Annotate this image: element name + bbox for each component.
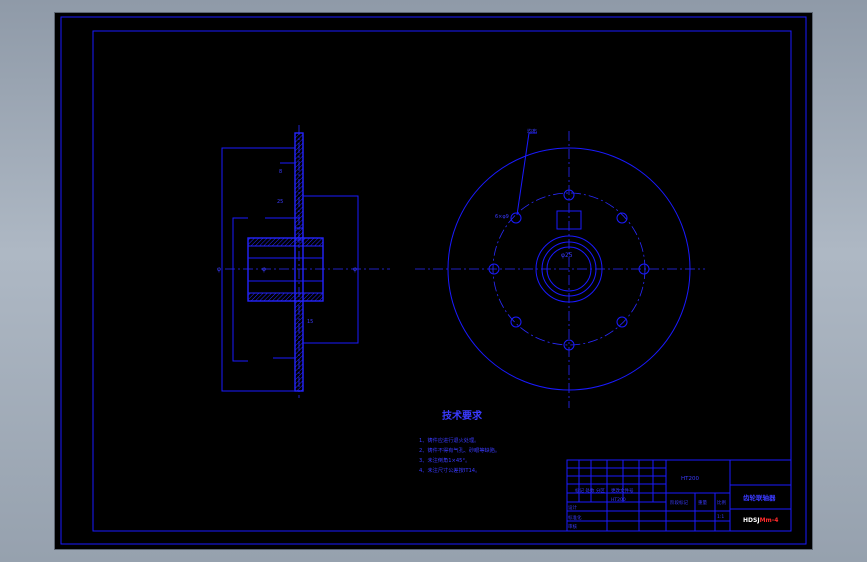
- tb-checker: 审核: [568, 523, 577, 530]
- tb-scale-label: 阶段标记: [670, 499, 688, 506]
- pitch-label: 6×φ9: [495, 214, 509, 220]
- tb-drawing-no-white: HDSJ: [743, 517, 760, 524]
- leader-label: 均布: [527, 128, 537, 135]
- technical-requirements: 技术要求 1、铸件应进行退火处理。 2、铸件不得有气孔、砂眼等缺陷。 3、未注倒…: [419, 409, 500, 474]
- tb-sheet: 1:1: [717, 514, 724, 520]
- side-mark-lower: 15: [307, 319, 313, 325]
- side-mark-upper-b: 25: [277, 199, 283, 205]
- tb-weight: 重量: [698, 499, 707, 506]
- hub-hatch-top: [247, 237, 324, 247]
- tech-req-item-3: 3、未注倒角1×45°。: [419, 456, 470, 464]
- keyway-label: φ25: [561, 252, 573, 259]
- side-mark-upper-a: 8: [279, 169, 282, 175]
- tb-approver: 标准化: [568, 514, 582, 521]
- tech-req-item-2: 2、铸件不得有气孔、砂眼等缺陷。: [419, 446, 500, 454]
- tb-material-small: HT200: [611, 497, 626, 503]
- cad-viewport[interactable]: φ φ φ 8 25 15 均布 6×φ9 φ25 技术要求 1、铸件应进行退火…: [55, 13, 812, 549]
- flange-hatch-3: [294, 132, 304, 229]
- front-view: 均布 6×φ9 φ25: [415, 128, 705, 408]
- hub-body: [247, 237, 324, 302]
- tb-material: HT200: [681, 476, 699, 482]
- side-dim-right: φ: [353, 266, 357, 273]
- tech-req-item-1: 1、铸件应进行退火处理。: [419, 436, 479, 444]
- flange-hatch-1: [294, 227, 304, 241]
- outer-frame: [60, 16, 807, 545]
- tb-ratio: 比例: [717, 499, 726, 506]
- engineering-drawing: φ φ φ 8 25 15 均布 6×φ9 φ25 技术要求 1、铸件应进行退火…: [60, 16, 807, 545]
- tb-part-name: 齿轮联轴器: [743, 493, 776, 502]
- inner-border: [92, 30, 792, 532]
- tb-drawing-no-red: Mm-4: [760, 517, 779, 524]
- tech-req-item-4: 4、未注尺寸公差按IT14。: [419, 466, 480, 474]
- hole-leader: [516, 132, 537, 216]
- section-view: φ φ φ 8 25 15: [217, 125, 390, 398]
- side-dim-left: φ: [217, 266, 221, 273]
- tech-req-title: 技术要求: [442, 409, 483, 422]
- side-dim-mid: φ: [262, 266, 266, 273]
- title-block: 标记 处数 分区 更改文件号 HT200 设计 标准化 审核 HT200 阶段标…: [566, 459, 792, 532]
- tb-drawing-no: HDSJMm-4: [743, 517, 778, 524]
- dim-hub-diameter: [232, 217, 248, 362]
- tb-mark1: 标记 处数 分区: [575, 487, 605, 494]
- tb-mark2: 更改文件号: [611, 487, 634, 494]
- flange-hatch-2: [294, 300, 304, 392]
- tb-designer: 设计: [568, 504, 577, 511]
- hub-hatch-bottom: [247, 292, 324, 302]
